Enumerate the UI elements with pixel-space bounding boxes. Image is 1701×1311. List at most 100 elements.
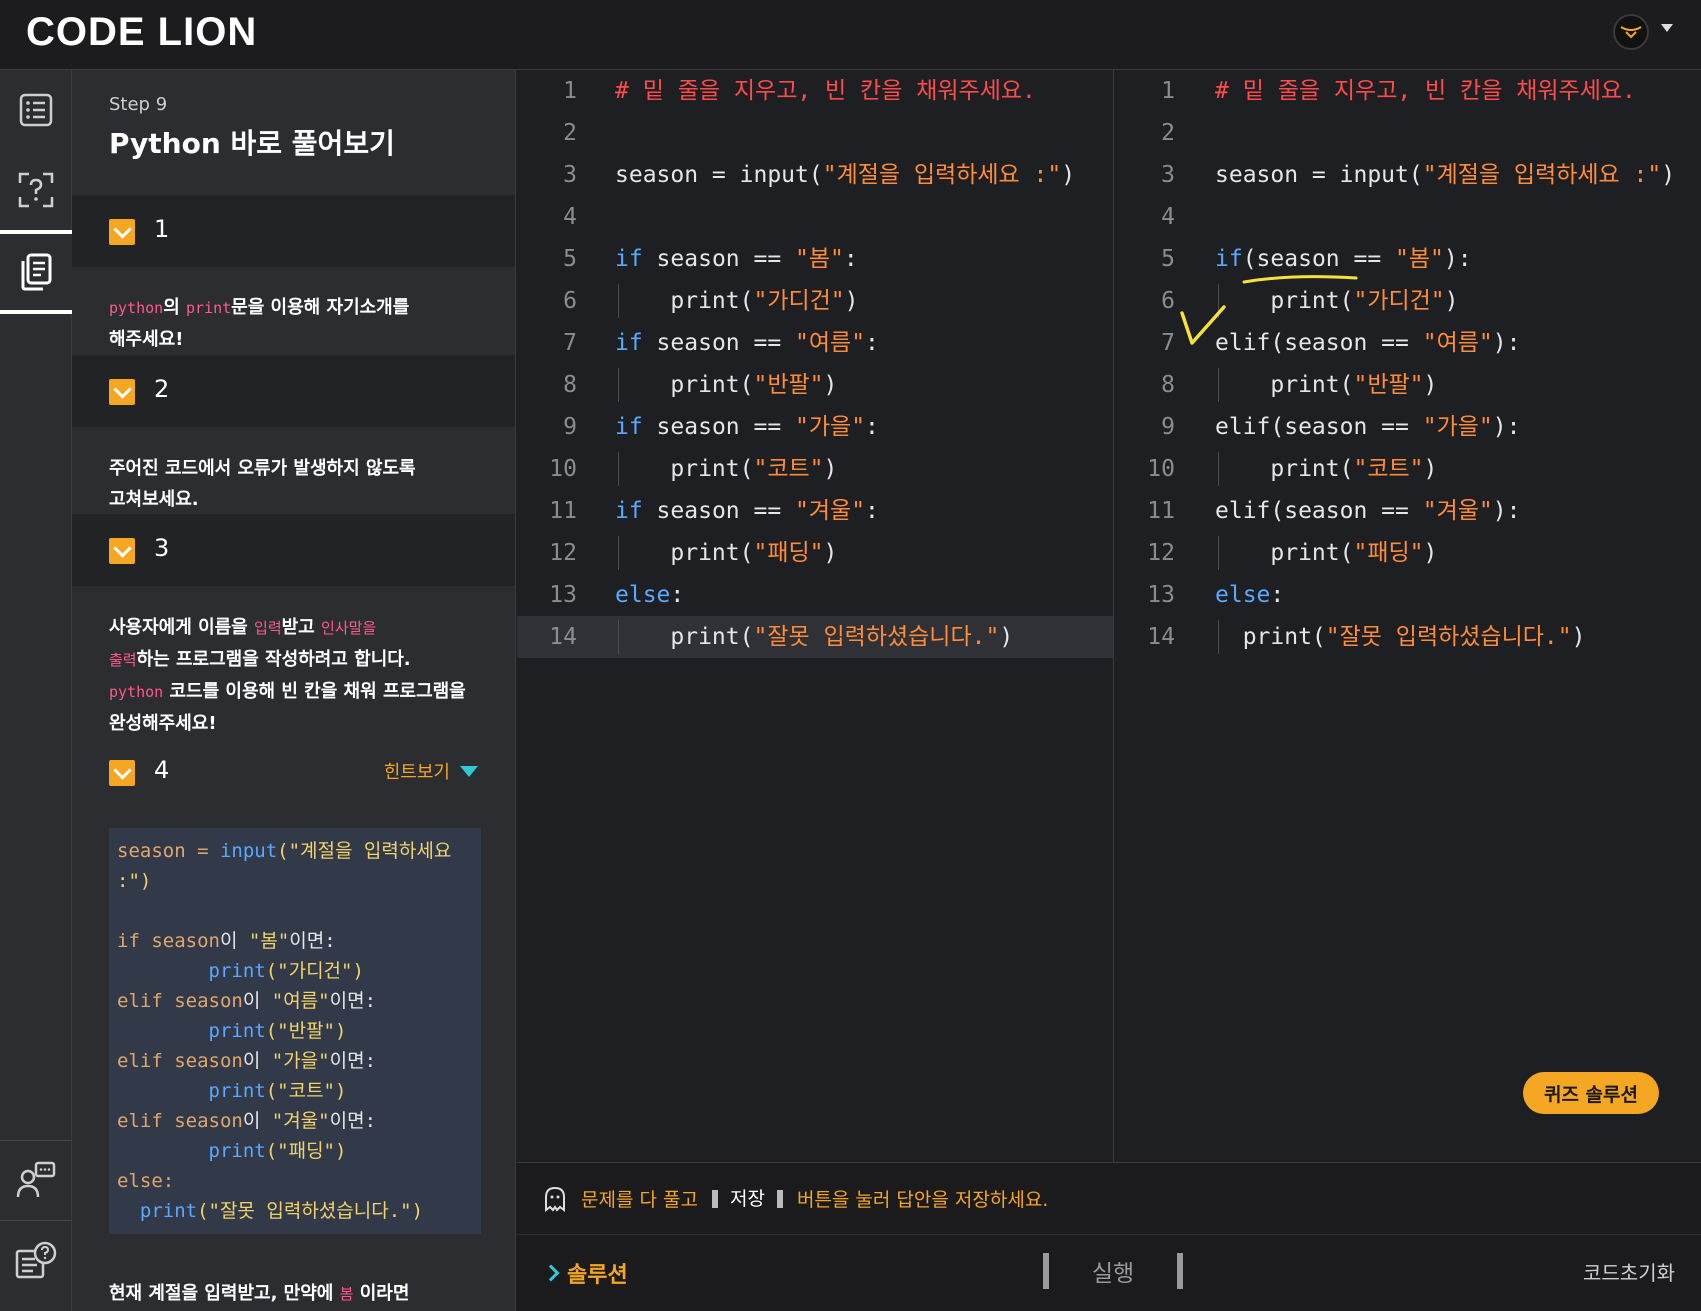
hint-code-token: ("반팔") [265, 1020, 347, 1042]
code-token: "계절을 입력하세요 :" [1422, 162, 1662, 188]
code-token: if [615, 498, 643, 524]
code-text: elif(season == "겨울"): [1215, 490, 1520, 532]
code-line[interactable]: 12 print("패딩") [1115, 532, 1701, 574]
code-token: elif(season == [1215, 414, 1423, 440]
rail-document-button[interactable] [0, 230, 72, 314]
task-header[interactable]: 1 [72, 195, 515, 267]
indent-guide [1218, 368, 1219, 402]
code-line[interactable]: 12 print("패딩") [517, 532, 1113, 574]
checkbox-checked-icon[interactable] [109, 379, 135, 405]
code-line[interactable]: 5 if(season == "봄"): [1115, 238, 1701, 280]
line-number: 14 [1147, 624, 1175, 650]
code-token: ) [1571, 624, 1586, 650]
code-token: ) [999, 624, 1014, 650]
line-number: 4 [563, 204, 577, 230]
indent-guide [1218, 536, 1219, 570]
rail-mentor-button[interactable] [0, 1140, 72, 1220]
code-token: ): [1443, 246, 1472, 272]
code-text: print("반팔") [1215, 364, 1437, 406]
help-notebook-icon [15, 1241, 57, 1279]
line-number: 12 [1147, 540, 1175, 566]
line-number: 5 [1161, 246, 1175, 272]
code-token: ) [844, 288, 859, 314]
code-line[interactable]: 14 print("잘못 입력하셨습니다.") [1115, 616, 1701, 658]
code-line[interactable]: 10 print("코트") [1115, 448, 1701, 490]
line-number: 13 [1147, 582, 1175, 608]
code-highlight: python [109, 683, 164, 701]
code-line[interactable]: 13 else: [1115, 574, 1701, 616]
hint-code-token: season = [117, 840, 220, 862]
code-line[interactable]: 8 print("반팔") [1115, 364, 1701, 406]
code-text: print("가디건") [615, 280, 859, 322]
hint-code-token: print [117, 1020, 266, 1042]
task-header[interactable]: 4 힌트보기 [72, 736, 515, 808]
code-line[interactable]: 4 [517, 196, 1113, 238]
hint-code-token: ("가디건") [265, 960, 364, 982]
hint-code-token: "가을" [271, 1050, 330, 1072]
code-token: ) [1423, 372, 1438, 398]
task-text: 주어진 코드에서 오류가 발생하지 않도록 [109, 458, 416, 479]
quiz-solution-button[interactable]: 퀴즈 솔루션 [1523, 1072, 1659, 1114]
rail-list-button[interactable] [0, 70, 72, 150]
code-line[interactable]: 14 print("잘못 입력하셨습니다.") [517, 616, 1113, 658]
code-editor-left[interactable]: 1 # 밑 줄을 지우고, 빈 칸을 채워주세요. 2 3 season = input… [517, 70, 1114, 1162]
code-token: "가을" [1422, 414, 1493, 440]
code-token: ): [1492, 330, 1521, 356]
code-token: print( [1215, 288, 1354, 314]
code-token: ) [823, 540, 838, 566]
task-text: 의 [163, 297, 187, 318]
line-number: 10 [549, 456, 577, 482]
code-line[interactable]: 5 if season == "봄": [517, 238, 1113, 280]
code-token: : [865, 498, 879, 524]
code-line[interactable]: 3 season = input("계절을 입력하세요 :") [517, 154, 1113, 196]
code-line[interactable]: 11 elif(season == "겨울"): [1115, 490, 1701, 532]
hint-toggle[interactable]: 힌트보기 [384, 758, 478, 784]
code-text: season = input("계절을 입력하세요 :") [1215, 154, 1675, 196]
code-line[interactable]: 4 [1115, 196, 1701, 238]
code-editor-right[interactable]: 1 # 밑 줄을 지우고, 빈 칸을 채워주세요. 2 3 season = input… [1115, 70, 1701, 1162]
code-line[interactable]: 11 if season == "겨울": [517, 490, 1113, 532]
code-line[interactable]: 9 elif(season == "가을"): [1115, 406, 1701, 448]
solution-tab[interactable]: 솔루션 [542, 1257, 628, 1289]
checkbox-checked-icon[interactable] [109, 219, 135, 245]
code-token: # 밑 줄을 지우고, 빈 칸을 채워주세요. [615, 78, 1036, 104]
code-line[interactable]: 9 if season == "가을": [517, 406, 1113, 448]
hint-code-line: print("코트") [117, 1076, 473, 1106]
code-line[interactable]: 13 else: [517, 574, 1113, 616]
checkbox-checked-icon[interactable] [109, 538, 135, 564]
code-line[interactable]: 1 # 밑 줄을 지우고, 빈 칸을 채워주세요. [517, 70, 1113, 112]
task-text: 코드를 이용해 빈 칸을 채워 프로그램을 [163, 681, 466, 702]
code-line[interactable]: 3 season = input("계절을 입력하세요 :") [1115, 154, 1701, 196]
chevron-down-icon[interactable] [1661, 24, 1673, 32]
code-line[interactable]: 2 [517, 112, 1113, 154]
run-button[interactable]: 실행 [1043, 1253, 1183, 1289]
checkbox-checked-icon[interactable] [109, 760, 135, 786]
code-line[interactable]: 7 if season == "여름": [517, 322, 1113, 364]
reset-code-button[interactable]: 코드초기화 [1583, 1257, 1675, 1286]
line-number: 4 [1161, 204, 1175, 230]
code-token: "여름" [795, 330, 866, 356]
hint-code-token: 이면: [329, 1050, 377, 1072]
code-token: print( [1215, 372, 1354, 398]
step-label: Step 9 [109, 94, 168, 115]
code-token: ) [1661, 162, 1676, 188]
code-line[interactable]: 10 print("코트") [517, 448, 1113, 490]
rail-quiz-button[interactable] [0, 150, 72, 230]
code-line[interactable]: 1 # 밑 줄을 지우고, 빈 칸을 채워주세요. [1115, 70, 1701, 112]
code-token: : [865, 414, 879, 440]
line-number: 6 [1161, 288, 1175, 314]
code-line[interactable]: 2 [1115, 112, 1701, 154]
task-number: 1 [154, 215, 170, 243]
indent-guide [618, 368, 619, 402]
code-lion-logo[interactable]: CODE LION [26, 10, 257, 55]
task-header[interactable]: 2 [72, 355, 515, 427]
hint-code-token: if season [117, 930, 220, 952]
hint-code-token: print [117, 1140, 266, 1162]
code-line[interactable]: 6 print("가디건") [517, 280, 1113, 322]
rail-help-button[interactable] [0, 1220, 72, 1300]
code-line[interactable]: 8 print("반팔") [517, 364, 1113, 406]
code-token: "잘못 입력하셨습니다." [753, 624, 1000, 650]
lion-avatar-icon[interactable] [1613, 14, 1649, 50]
task-header[interactable]: 3 [72, 514, 515, 586]
hint-code-line: elif season이 "겨울"이면: [117, 1106, 473, 1136]
